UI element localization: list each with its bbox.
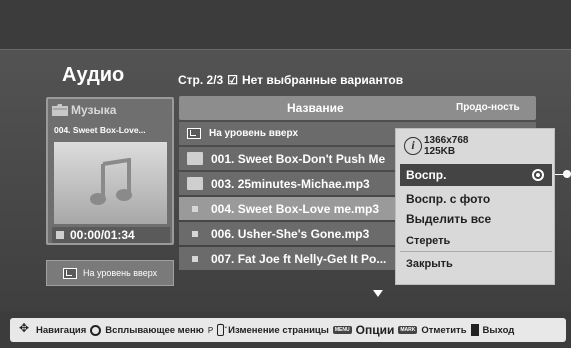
info-icon: i	[404, 137, 422, 155]
help-page-change: Изменение страницы	[228, 324, 329, 336]
menu-item-label: Воспр. с фото	[406, 192, 491, 206]
folder-icon	[187, 152, 203, 165]
help-exit: Выход	[482, 324, 515, 336]
help-navigation: Навигация	[36, 324, 87, 336]
page-prefix: P	[207, 325, 214, 335]
menu-item-play[interactable]: Воспр.	[400, 164, 552, 186]
list-item-label: 003. 25minutes-Michae.mp3	[211, 176, 370, 191]
playback-time-bar: 00:00/01:34	[52, 227, 170, 243]
list-item-label: 004. Sweet Box-Love me.mp3	[211, 201, 380, 216]
stop-icon	[56, 231, 64, 239]
list-item-label: 006. Usher-She's Gone.mp3	[211, 226, 370, 241]
menu-item-label: Воспр.	[406, 168, 447, 182]
column-header-name: Название	[287, 101, 344, 115]
menu-item-close[interactable]: Закрыть	[400, 253, 552, 275]
list-item-label: 001. Sweet Box-Don't Push Me	[211, 151, 386, 166]
playback-time: 00:00/01:34	[70, 228, 135, 242]
menu-divider	[400, 251, 552, 252]
scroll-down-arrow-icon[interactable]	[373, 290, 383, 297]
menu-item-play-with-photo[interactable]: Воспр. с фото	[400, 188, 552, 210]
help-mark: Отметить	[421, 324, 467, 336]
menu-item-label: Выделить все	[406, 212, 492, 226]
callout-dot	[563, 170, 571, 178]
navigation-dpad-icon	[19, 321, 32, 336]
footer: Навигация Всплывающее меню P ⌃⌄ Изменени…	[0, 312, 571, 348]
menu-item-label: Закрыть	[406, 258, 453, 270]
mark-key-icon: MARK	[398, 326, 418, 334]
page-number: Стр. 2/3	[178, 73, 224, 87]
page-updown-icon: ⌃⌄	[217, 324, 228, 336]
up-level-button-label: На уровень вверх	[83, 268, 158, 278]
file-size: 125KB	[424, 146, 456, 157]
album-art	[54, 142, 167, 224]
up-level-icon	[187, 128, 201, 139]
preview-folder-label: Музыка	[71, 103, 117, 117]
help-bar: Навигация Всплывающее меню P ⌃⌄ Изменени…	[10, 318, 566, 342]
preview-panel: Музыка 004. Sweet Box-Love... 00:00/01:3…	[46, 97, 174, 245]
file-info: i 1366x768 125KB	[404, 135, 469, 157]
top-bar	[0, 0, 571, 50]
list-item-label: 007. Fat Joe ft Nelly-Get It Po...	[211, 251, 387, 266]
selection-status: Нет выбранные вариантов	[242, 73, 404, 87]
music-note-icon	[89, 158, 132, 205]
file-icon	[192, 205, 198, 212]
preview-header: Музыка	[52, 103, 116, 117]
up-level-button[interactable]: На уровень вверх	[46, 260, 174, 286]
help-popup-menu: Всплывающее меню	[105, 324, 204, 336]
menu-key-icon: MENU	[332, 326, 352, 334]
popup-menu: i 1366x768 125KB Воспр. Воспр. с фото Вы…	[395, 128, 555, 285]
help-options: Опции	[355, 323, 395, 337]
selection-checkbox-icon: ☑	[227, 73, 238, 87]
preview-track-name: 004. Sweet Box-Love...	[54, 125, 146, 135]
column-header-duration: Продо-ность	[456, 102, 520, 113]
menu-item-label: Стереть	[406, 235, 451, 247]
exit-icon	[470, 324, 479, 336]
folder-icon	[187, 177, 203, 190]
ok-button-icon	[90, 324, 102, 336]
list-header: Название Продо-ность	[179, 96, 536, 120]
file-resolution: 1366x768	[424, 135, 469, 146]
menu-item-delete[interactable]: Стереть	[400, 230, 552, 252]
page-info: Стр. 2/3 ☑ Нет выбранные вариантов	[178, 73, 403, 87]
list-item-label: На уровень вверх	[209, 128, 299, 139]
file-icon	[192, 230, 198, 237]
folder-icon	[52, 104, 68, 116]
up-level-icon	[63, 267, 77, 279]
radio-selected-icon	[532, 169, 544, 181]
file-icon	[192, 255, 198, 262]
menu-item-select-all[interactable]: Выделить все	[400, 208, 552, 230]
page-title: Аудио	[62, 64, 125, 86]
